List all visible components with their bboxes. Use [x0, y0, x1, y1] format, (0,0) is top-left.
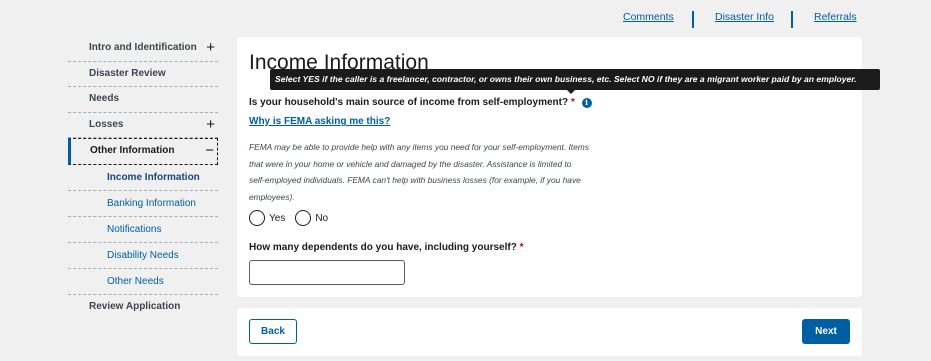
sidebar-item-losses[interactable]: Losses + [68, 113, 218, 138]
disaster-info-link[interactable]: Disaster Info [715, 11, 774, 23]
info-icon[interactable]: i [581, 98, 592, 108]
nav-divider [692, 11, 694, 28]
sidebar-item-label: Needs [89, 93, 120, 104]
expand-icon[interactable]: + [206, 113, 215, 136]
radio-label: No [315, 212, 329, 224]
sidebar-subitem-disability-needs[interactable]: Disability Needs [68, 243, 218, 269]
referrals-link[interactable]: Referrals [814, 11, 857, 23]
sidebar-item-label: Review Application [89, 301, 181, 312]
sidebar-subitem-notifications[interactable]: Notifications [68, 217, 218, 243]
nav-divider [791, 11, 793, 28]
collapse-icon[interactable]: − [205, 139, 214, 162]
sidebar-item-label: Disaster Review [89, 67, 166, 79]
required-mark: * [519, 242, 524, 253]
radio-label: Yes [269, 212, 286, 224]
help-text: FEMA may be able to provide help with an… [249, 142, 589, 202]
sidebar-subitem-other-needs[interactable]: Other Needs [68, 269, 218, 295]
sidebar-subitem-banking-information[interactable]: Banking Information [68, 191, 218, 217]
dependents-input[interactable] [249, 260, 405, 285]
next-button[interactable]: Next [802, 319, 850, 344]
back-button[interactable]: Back [249, 319, 297, 344]
dependents-question: How many dependents do you have, includi… [249, 242, 524, 253]
self-employment-radio-group: Yes No [249, 210, 338, 226]
sidebar-item-label: Losses [89, 118, 124, 130]
radio-yes[interactable]: Yes [249, 210, 285, 226]
sidebar-item-needs[interactable]: Needs [68, 87, 218, 113]
sidebar-item-label: Intro and Identification [89, 42, 197, 53]
form-footer: Back Next [237, 308, 862, 356]
required-mark: * [570, 97, 575, 108]
info-tooltip: Select YES if the caller is a freelancer… [270, 69, 880, 94]
sidebar: Intro and Identification + Disaster Revi… [68, 36, 218, 321]
sidebar-subitem-income-information[interactable]: Income Information [68, 165, 218, 191]
sidebar-item-intro[interactable]: Intro and Identification + [68, 36, 218, 62]
why-fema-asking-link[interactable]: Why is FEMA asking me this? [249, 116, 390, 127]
radio-circle[interactable] [295, 210, 312, 226]
sidebar-item-disaster-review[interactable]: Disaster Review [68, 62, 218, 87]
question-label: How many dependents do you have, includi… [249, 242, 517, 253]
sidebar-item-review-application[interactable]: Review Application [68, 295, 218, 321]
self-employment-question: Is your household's main source of incom… [249, 97, 592, 108]
question-label: Is your household's main source of incom… [249, 97, 569, 108]
comments-link[interactable]: Comments [623, 11, 674, 23]
sidebar-item-other-information[interactable]: Other Information − [68, 138, 218, 165]
expand-icon[interactable]: + [206, 36, 215, 59]
top-navigation: Comments Disaster Info Referrals [0, 11, 931, 29]
radio-circle[interactable] [249, 210, 265, 226]
sidebar-item-label: Other Information [90, 145, 175, 156]
radio-no[interactable]: No [295, 210, 328, 226]
